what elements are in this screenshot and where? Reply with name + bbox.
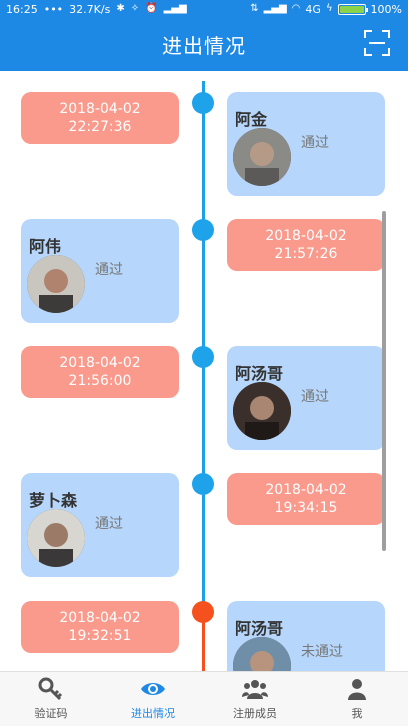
nav-item-members[interactable]: 注册成员 xyxy=(204,672,306,726)
signal-icon-2: ▂▄▆ xyxy=(263,3,287,14)
key-icon xyxy=(38,677,63,701)
avatar xyxy=(233,128,291,186)
signal-icon: ▂▄▆ xyxy=(163,3,187,14)
entry-time: 19:34:15 xyxy=(274,500,338,516)
nav-item-verify-code[interactable]: 验证码 xyxy=(0,672,102,726)
avatar xyxy=(233,382,291,440)
date-card: 2018-04-02 19:34:15 xyxy=(227,473,385,525)
status-network: 4G xyxy=(305,2,321,16)
timeline-list[interactable]: 2018-04-02 22:27:36 阿金 通过 2018-04-02 21:… xyxy=(0,71,408,671)
eye-icon xyxy=(141,683,165,695)
timeline-dot xyxy=(192,346,214,368)
entry-date: 2018-04-02 xyxy=(265,228,347,244)
person-card[interactable]: 萝卜森 通过 xyxy=(21,473,179,577)
avatar xyxy=(233,637,291,671)
user-icon xyxy=(348,679,366,700)
timeline-line xyxy=(202,81,205,605)
scrollbar[interactable] xyxy=(382,211,386,551)
timeline-dot xyxy=(192,219,214,241)
status-text: 通过 xyxy=(301,389,329,405)
entry-date: 2018-04-02 xyxy=(59,610,141,626)
date-card: 2018-04-02 21:56:00 xyxy=(21,346,179,398)
status-time: 16:25 xyxy=(6,2,38,16)
person-name: 萝卜森 xyxy=(29,491,78,510)
person-card[interactable]: 阿金 通过 xyxy=(227,92,385,196)
entry-time: 22:27:36 xyxy=(68,119,132,135)
nav-label: 进出情况 xyxy=(131,707,175,720)
bluetooth-icon: ✱ xyxy=(116,3,125,14)
timeline-dot-failed xyxy=(192,601,214,623)
status-text: 通过 xyxy=(301,135,329,151)
scan-icon[interactable] xyxy=(364,30,390,56)
date-card: 2018-04-02 21:57:26 xyxy=(227,219,385,271)
entry-time: 21:57:26 xyxy=(274,246,338,262)
status-text: 未通过 xyxy=(301,644,343,660)
entry-time: 19:32:51 xyxy=(68,628,132,644)
date-card: 2018-04-02 22:27:36 xyxy=(21,92,179,144)
vibrate-icon: ✧ xyxy=(130,3,140,14)
wifi-icon: ◠ xyxy=(291,3,301,14)
status-bar: 16:25 ••• 32.7K/s ✱ ✧ ⏰ ▂▄▆ ⇅ ▂▄▆ ◠ 4G ϟ… xyxy=(0,0,408,18)
entry-date: 2018-04-02 xyxy=(59,101,141,117)
entry-time: 21:56:00 xyxy=(68,373,132,389)
battery-icon xyxy=(337,3,368,15)
group-icon xyxy=(242,680,268,699)
person-name: 阿汤哥 xyxy=(235,619,284,638)
timeline-dot xyxy=(192,92,214,114)
status-text: 通过 xyxy=(95,516,123,532)
timeline-dot xyxy=(192,473,214,495)
avatar xyxy=(27,509,85,567)
data-transfer-icon: ⇅ xyxy=(250,3,259,14)
person-name: 阿金 xyxy=(235,110,268,129)
bottom-nav: 验证码 进出情况 注册成员 我 xyxy=(0,671,408,726)
person-card[interactable]: 阿汤哥 未通过 xyxy=(227,601,385,671)
avatar xyxy=(27,255,85,313)
person-card[interactable]: 阿汤哥 通过 xyxy=(227,346,385,450)
person-name: 阿汤哥 xyxy=(235,364,284,383)
alarm-icon: ⏰ xyxy=(145,3,158,14)
date-card: 2018-04-02 19:32:51 xyxy=(21,601,179,653)
person-name: 阿伟 xyxy=(29,237,62,256)
nav-label: 注册成员 xyxy=(233,707,277,720)
status-speed: 32.7K/s xyxy=(69,2,111,16)
nav-label: 验证码 xyxy=(34,707,68,720)
person-card[interactable]: 阿伟 通过 xyxy=(21,219,179,323)
app-bar: 进出情况 xyxy=(0,18,408,71)
entry-date: 2018-04-02 xyxy=(265,482,347,498)
status-text: 通过 xyxy=(95,262,123,278)
nav-label: 我 xyxy=(351,707,363,720)
nav-item-access-log[interactable]: 进出情况 xyxy=(102,672,204,726)
status-battery: 100% xyxy=(370,2,402,16)
nav-item-me[interactable]: 我 xyxy=(306,672,408,726)
charging-icon: ϟ xyxy=(325,3,333,14)
status-dots: ••• xyxy=(43,2,64,16)
page-title: 进出情况 xyxy=(162,34,246,58)
entry-date: 2018-04-02 xyxy=(59,355,141,371)
